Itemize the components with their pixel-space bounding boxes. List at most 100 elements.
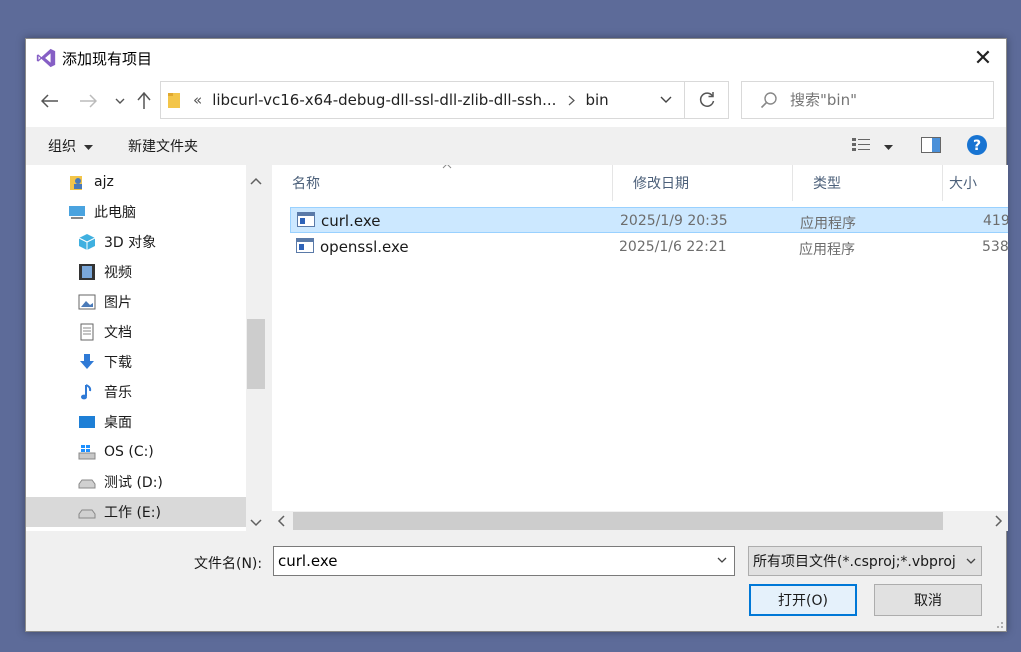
file-list-horizontal-scrollbar[interactable] <box>272 511 1008 531</box>
file-name: openssl.exe <box>320 238 409 256</box>
column-label: 大小 <box>949 176 977 192</box>
sidebar-item-label: 工作 (E:) <box>104 505 161 521</box>
visual-studio-icon <box>36 48 56 68</box>
filename-input[interactable] <box>278 552 698 570</box>
navigation-pane: ajz 此电脑 3D 对象 视频 图片 文档 下载 音乐 桌面 OS (C:) … <box>26 165 246 531</box>
preview-pane-icon <box>921 137 941 153</box>
sidebar-item-desktop[interactable]: 桌面 <box>26 407 246 437</box>
sidebar-item-user[interactable]: ajz <box>26 167 246 197</box>
scroll-down-icon[interactable] <box>246 513 266 533</box>
chevron-down-icon <box>660 96 672 103</box>
sidebar-item-label: 文档 <box>104 325 132 341</box>
chevron-down-icon <box>966 558 976 564</box>
open-button[interactable]: 打开(O) <box>749 584 857 616</box>
executable-icon <box>297 212 315 227</box>
svg-text:?: ? <box>973 138 981 154</box>
sort-ascending-icon <box>442 165 452 169</box>
column-header-modified[interactable]: 修改日期 <box>613 165 793 201</box>
column-header-size[interactable]: 大小 <box>943 165 1008 201</box>
file-row-curl[interactable]: curl.exe 2025/1/9 20:35 应用程序 419 <box>290 207 1008 233</box>
executable-icon <box>296 238 314 253</box>
sidebar-item-downloads[interactable]: 下载 <box>26 347 246 377</box>
navigation-pane-scrollbar[interactable] <box>246 165 266 531</box>
organize-button[interactable]: 组织 <box>48 136 94 156</box>
sidebar-item-videos[interactable]: 视频 <box>26 257 246 287</box>
resize-grip-icon[interactable] <box>994 619 1004 629</box>
filename-combobox[interactable] <box>273 546 735 576</box>
computer-icon <box>69 206 85 219</box>
close-button[interactable]: ✕ <box>960 39 1006 77</box>
file-modified: 2025/1/6 22:21 <box>619 239 727 255</box>
new-folder-button[interactable]: 新建文件夹 <box>128 136 198 156</box>
column-label: 类型 <box>813 176 841 192</box>
back-arrow-icon <box>41 94 58 108</box>
file-type-select[interactable]: 所有项目文件(*.csproj;*.vbproj <box>748 546 982 576</box>
sidebar-item-label: 桌面 <box>104 415 132 431</box>
file-name: curl.exe <box>321 212 381 230</box>
caret-down-icon <box>884 145 893 150</box>
forward-arrow-icon <box>80 94 97 108</box>
cancel-button[interactable]: 取消 <box>874 584 982 616</box>
help-icon: ? <box>967 135 987 155</box>
drive-icon <box>78 509 96 519</box>
recent-locations-button[interactable] <box>108 89 132 113</box>
preview-pane-button[interactable] <box>921 137 941 157</box>
cancel-button-label: 取消 <box>914 593 942 609</box>
download-icon <box>80 354 94 369</box>
breadcrumb-current[interactable]: bin <box>585 91 608 109</box>
file-modified: 2025/1/9 20:35 <box>620 213 728 229</box>
new-folder-label: 新建文件夹 <box>128 139 198 155</box>
title-bar: 添加现有项目 ✕ <box>26 39 1006 77</box>
chevron-down-icon[interactable] <box>716 552 728 568</box>
file-type: 应用程序 <box>800 216 856 232</box>
sidebar-item-pictures[interactable]: 图片 <box>26 287 246 317</box>
file-type-dropdown[interactable] <box>961 547 981 575</box>
sidebar-item-label: 音乐 <box>104 385 132 401</box>
change-view-button[interactable] <box>852 138 872 156</box>
breadcrumb-overflow[interactable]: « <box>193 91 202 109</box>
windows-drive-icon <box>78 445 96 460</box>
sidebar-item-this-pc[interactable]: 此电脑 <box>26 197 246 227</box>
file-size: 538 <box>982 239 1008 255</box>
refresh-icon <box>699 92 714 107</box>
address-dropdown-button[interactable] <box>660 91 672 107</box>
search-input[interactable] <box>790 91 970 109</box>
file-row-openssl[interactable]: openssl.exe 2025/1/6 22:21 应用程序 538 <box>290 234 1008 260</box>
caret-down-icon <box>84 144 94 150</box>
file-type: 应用程序 <box>799 242 855 258</box>
scrollbar-thumb[interactable] <box>293 512 943 530</box>
address-bar[interactable]: « libcurl-vc16-x64-debug-dll-ssl-dll-zli… <box>160 81 685 119</box>
search-box[interactable] <box>741 81 994 119</box>
column-label: 修改日期 <box>633 176 689 192</box>
sidebar-item-label: ajz <box>94 174 114 190</box>
sidebar-item-drive-d[interactable]: 测试 (D:) <box>26 467 246 497</box>
close-icon: ✕ <box>973 45 993 71</box>
documents-icon <box>80 323 94 341</box>
scroll-left-icon[interactable] <box>272 511 292 531</box>
music-icon <box>81 384 92 400</box>
sidebar-item-3d-objects[interactable]: 3D 对象 <box>26 227 246 257</box>
column-label: 名称 <box>292 176 320 192</box>
sidebar-item-label: 3D 对象 <box>104 235 157 251</box>
file-size: 419 <box>983 213 1008 229</box>
column-header-name[interactable]: 名称 <box>272 165 613 201</box>
sidebar-item-music[interactable]: 音乐 <box>26 377 246 407</box>
sidebar-item-drive-e[interactable]: 工作 (E:) <box>26 497 246 527</box>
column-header-type[interactable]: 类型 <box>793 165 943 201</box>
dialog-title: 添加现有项目 <box>62 49 153 68</box>
breadcrumb-parent[interactable]: libcurl-vc16-x64-debug-dll-ssl-dll-zlib-… <box>212 91 556 109</box>
folder-icon <box>168 93 180 108</box>
sidebar-item-drive-c[interactable]: OS (C:) <box>26 437 246 467</box>
back-button[interactable] <box>38 89 62 113</box>
help-button[interactable]: ? <box>966 134 988 160</box>
view-options-dropdown[interactable] <box>884 138 893 154</box>
up-button[interactable] <box>132 89 156 113</box>
forward-button[interactable] <box>76 89 100 113</box>
details-view-icon <box>852 138 870 151</box>
scrollbar-thumb[interactable] <box>247 319 265 389</box>
sidebar-item-documents[interactable]: 文档 <box>26 317 246 347</box>
sidebar-item-label: 视频 <box>104 265 132 281</box>
scroll-right-icon[interactable] <box>988 511 1008 531</box>
refresh-button[interactable] <box>685 81 729 119</box>
scroll-up-icon[interactable] <box>246 171 266 191</box>
